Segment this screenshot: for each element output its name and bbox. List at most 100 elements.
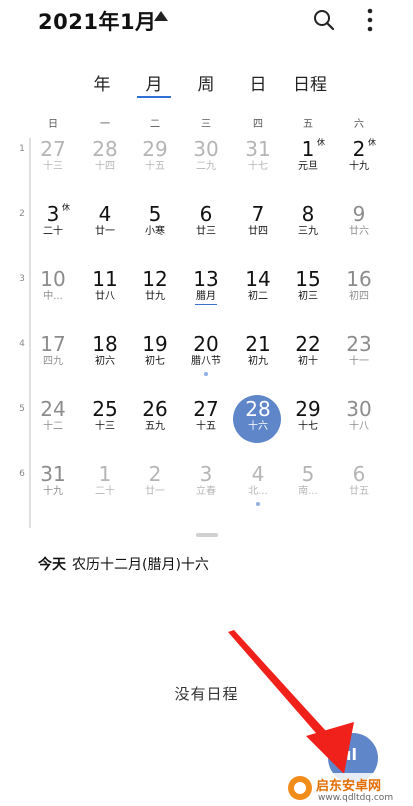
lunar-date-label: 元旦: [298, 161, 318, 172]
calendar-day-cell[interactable]: 4 廿一: [81, 202, 129, 262]
lunar-date-label: 廿三: [196, 226, 216, 237]
calendar-day-cell[interactable]: 7 廿四: [234, 202, 282, 262]
day-number: 31: [245, 137, 271, 161]
weekday-label: 五: [303, 119, 313, 130]
caret-up-icon[interactable]: [154, 11, 168, 21]
tab-schedule[interactable]: 日程: [293, 70, 327, 95]
lunar-date-label: 十四: [95, 161, 115, 172]
calendar-day-cell[interactable]: 3 立春: [182, 462, 230, 522]
event-indicator-dot: [256, 502, 260, 506]
calendar-day-cell[interactable]: 5 小寒: [131, 202, 179, 262]
calendar-day-cell[interactable]: 31 十九: [29, 462, 77, 522]
day-number: 16: [346, 267, 372, 291]
day-number: 11: [92, 267, 118, 291]
lunar-date-label: 二九: [196, 161, 216, 172]
calendar-day-cell[interactable]: 18 初六: [81, 332, 129, 392]
calendar-day-cell[interactable]: 2 廿一: [131, 462, 179, 522]
day-number: 22: [295, 332, 321, 356]
calendar-day-cell[interactable]: 23 十一: [335, 332, 383, 392]
lunar-date-label: 初二: [248, 291, 268, 302]
calendar-day-cell[interactable]: 31 十七: [234, 137, 282, 197]
day-number: 30: [346, 397, 372, 421]
calendar-day-cell[interactable]: 27 十三: [29, 137, 77, 197]
calendar-day-cell[interactable]: 1 二十: [81, 462, 129, 522]
calendar-day-cell[interactable]: 25 十三: [81, 397, 129, 457]
day-number: 5: [301, 462, 315, 486]
lunar-date-label: 立春: [196, 486, 216, 497]
lunar-date-label: 十一: [349, 356, 369, 367]
calendar-day-cell[interactable]: 16 初四: [335, 267, 383, 327]
day-number: 9: [352, 202, 366, 226]
week-number: 6: [19, 469, 25, 479]
calendar-day-cell[interactable]: 8 三九: [284, 202, 332, 262]
lunar-date-label: 初十: [298, 356, 318, 367]
lunar-date-label: 十九: [43, 486, 63, 497]
drag-handle[interactable]: [196, 533, 218, 537]
calendar-day-cell[interactable]: 24 十二: [29, 397, 77, 457]
calendar-day-cell[interactable]: 15 初三: [284, 267, 332, 327]
calendar-day-cell[interactable]: 28 十六: [234, 397, 282, 457]
search-icon[interactable]: [312, 8, 336, 32]
lunar-date-label: 初六: [95, 356, 115, 367]
tab-week[interactable]: 周: [198, 70, 215, 95]
calendar-day-cell[interactable]: 30 二九: [182, 137, 230, 197]
month-title[interactable]: 2021年1月: [38, 6, 157, 36]
day-number: 15: [295, 267, 321, 291]
calendar-day-cell[interactable]: 13 腊月: [182, 267, 230, 327]
calendar-day-cell[interactable]: 12 廿九: [131, 267, 179, 327]
day-number: 26: [142, 397, 168, 421]
more-vertical-icon[interactable]: [360, 6, 380, 34]
day-number: 5: [148, 202, 162, 226]
week-number: 2: [19, 209, 25, 219]
week-number: 5: [19, 404, 25, 414]
today-info: 今天 农历十二月(腊月)十六: [38, 554, 209, 574]
lunar-date-label: 腊月: [196, 291, 216, 302]
day-number: 17: [40, 332, 66, 356]
day-number: 31: [40, 462, 66, 486]
calendar-day-cell[interactable]: 5 南...: [284, 462, 332, 522]
calendar-day-cell[interactable]: 21 初九: [234, 332, 282, 392]
watermark: 启东安卓网 www.qdltdq.com: [286, 773, 413, 806]
calendar-day-cell[interactable]: 29 十五: [131, 137, 179, 197]
calendar-day-cell[interactable]: 10 中...: [29, 267, 77, 327]
calendar-day-cell[interactable]: 14 初二: [234, 267, 282, 327]
calendar-day-cell[interactable]: 4 北...: [234, 462, 282, 522]
day-number: 27: [193, 397, 219, 421]
day-number: 1: [98, 462, 112, 486]
weekday-label: 三: [201, 119, 211, 130]
calendar-day-cell[interactable]: 6 廿五: [335, 462, 383, 522]
calendar-day-cell[interactable]: 20 腊八节: [182, 332, 230, 392]
calendar-day-cell[interactable]: 29 十七: [284, 397, 332, 457]
lunar-date-label: 初九: [248, 356, 268, 367]
calendar-day-cell[interactable]: 19 初七: [131, 332, 179, 392]
tab-day[interactable]: 日: [250, 70, 267, 95]
day-number: 20: [193, 332, 219, 356]
lunar-date-label: 廿八: [95, 291, 115, 302]
lunar-date-label: 十三: [95, 421, 115, 432]
today-lunar-date: 农历十二月(腊月)十六: [72, 557, 209, 573]
day-number: 4: [251, 462, 265, 486]
calendar-day-cell[interactable]: 28 十四: [81, 137, 129, 197]
calendar-day-cell[interactable]: 3 二十休: [29, 202, 77, 262]
calendar-day-cell[interactable]: 27 十五: [182, 397, 230, 457]
weekday-label: 日: [48, 119, 58, 130]
calendar-day-cell[interactable]: 2 十九休: [335, 137, 383, 197]
calendar-day-cell[interactable]: 26 五九: [131, 397, 179, 457]
holiday-mark: 休: [62, 203, 70, 212]
calendar-day-cell[interactable]: 30 十八: [335, 397, 383, 457]
calendar-day-cell[interactable]: 11 廿八: [81, 267, 129, 327]
day-number: 8: [301, 202, 315, 226]
calendar-day-cell[interactable]: 6 廿三: [182, 202, 230, 262]
lunar-month-underline: [195, 304, 217, 305]
calendar-day-cell[interactable]: 1 元旦休: [284, 137, 332, 197]
lunar-date-label: 廿四: [248, 226, 268, 237]
calendar-day-cell[interactable]: 17 四九: [29, 332, 77, 392]
day-number: 24: [40, 397, 66, 421]
tab-year[interactable]: 年: [94, 70, 111, 95]
lunar-date-label: 十五: [145, 161, 165, 172]
event-indicator-dot: [204, 372, 208, 376]
calendar-day-cell[interactable]: 9 廿六: [335, 202, 383, 262]
tab-month[interactable]: 月: [146, 70, 163, 95]
weekday-header: 日 一 二 三 四 五 六: [0, 115, 413, 135]
calendar-day-cell[interactable]: 22 初十: [284, 332, 332, 392]
